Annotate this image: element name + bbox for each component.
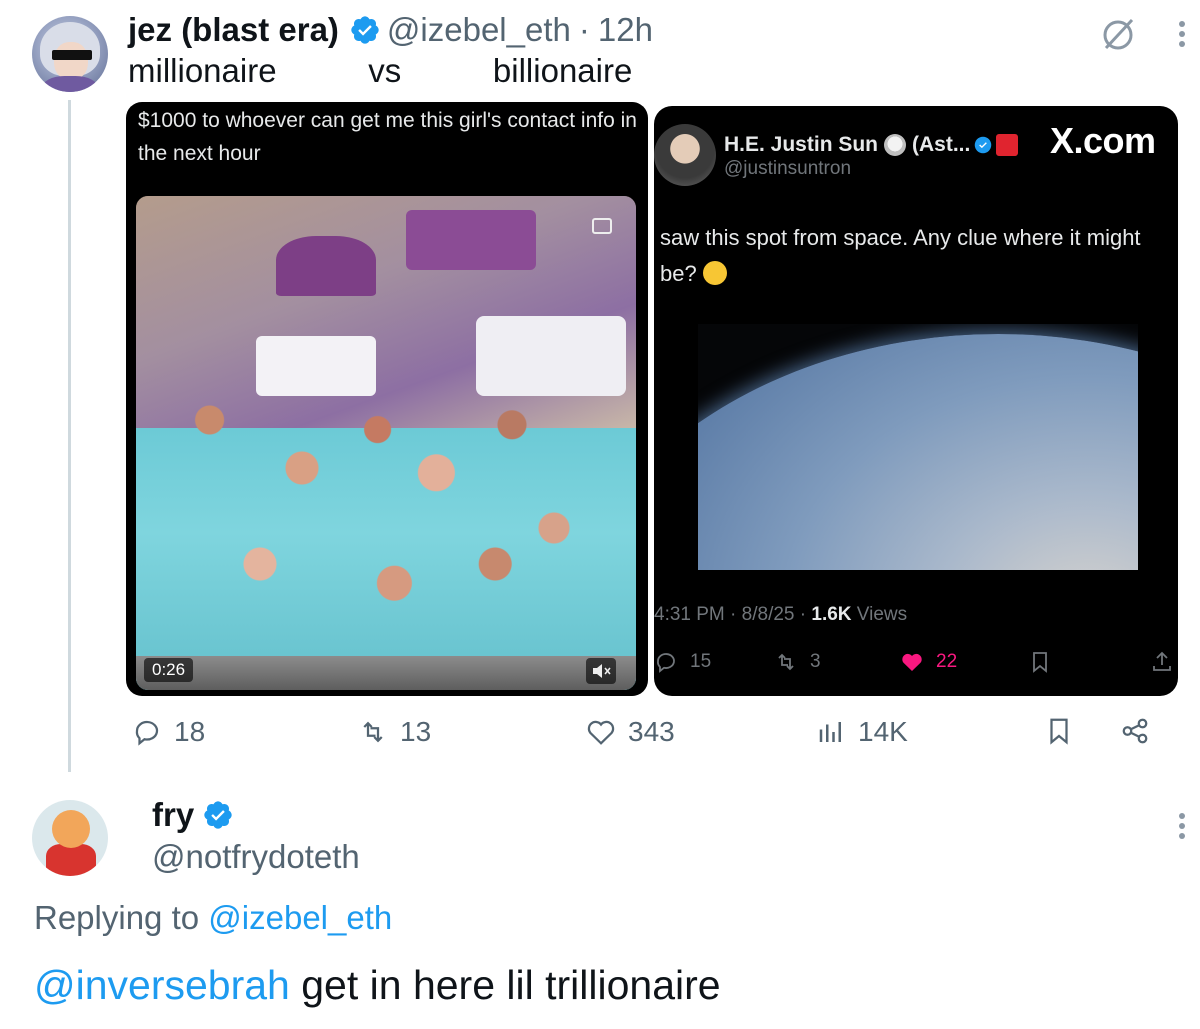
captions-icon[interactable] bbox=[592, 218, 612, 234]
share-button[interactable] bbox=[1120, 716, 1162, 746]
embedded-time: 4:31 PM bbox=[654, 604, 725, 625]
embedded-reply-icon bbox=[657, 653, 675, 673]
reply-author-avatar[interactable] bbox=[32, 800, 108, 876]
embedded-repost: 3 bbox=[774, 650, 821, 674]
reply-text-body: get in here lil trillionaire bbox=[289, 962, 721, 1008]
reply-more-options-icon[interactable] bbox=[1172, 806, 1192, 846]
embedded-views-count: 1.6K bbox=[811, 604, 852, 625]
reply-count: 18 bbox=[174, 716, 206, 747]
embedded-actions: 15 3 22 bbox=[654, 650, 1178, 680]
verified-badge-icon bbox=[351, 16, 379, 44]
embedded-share-icon bbox=[1153, 651, 1171, 671]
embedded-bookmark-icon bbox=[1033, 652, 1047, 673]
media-left-image[interactable]: $1000 to whoever can get me this girl's … bbox=[126, 102, 648, 696]
earth-from-space-photo bbox=[698, 324, 1138, 570]
repost-button[interactable]: 13 bbox=[358, 716, 431, 748]
bookmark-icon bbox=[1050, 718, 1068, 745]
grok-icon[interactable] bbox=[1098, 14, 1138, 54]
like-button[interactable]: 343 bbox=[586, 716, 675, 748]
embedded-header: H.E. Justin Sun (Ast... bbox=[724, 130, 1019, 160]
reply-text: @inversebrah get in here lil trillionair… bbox=[34, 962, 721, 1009]
reply-header: fry bbox=[152, 795, 240, 835]
reply-button[interactable]: 18 bbox=[132, 716, 205, 748]
reply-icon bbox=[135, 720, 159, 746]
views-button[interactable]: 14K bbox=[816, 716, 908, 748]
embedded-reply-count: 15 bbox=[690, 651, 712, 672]
replying-to-line: Replying to @izebel_eth bbox=[34, 899, 392, 937]
pool-video[interactable] bbox=[136, 196, 636, 690]
embedded-author-name: H.E. Justin Sun bbox=[724, 133, 879, 156]
tweet-text: millionaire vs billionaire bbox=[128, 52, 633, 89]
embedded-repost-count: 3 bbox=[810, 651, 821, 672]
x-com-watermark: X.com bbox=[1050, 120, 1156, 161]
bookmark-button[interactable] bbox=[1044, 716, 1086, 746]
embedded-share bbox=[1150, 650, 1178, 674]
replying-to-link[interactable]: @izebel_eth bbox=[208, 899, 392, 936]
embedded-author-handle: @justinsuntron bbox=[724, 158, 852, 179]
embedded-author-avatar bbox=[654, 124, 716, 186]
embedded-heart-filled-icon bbox=[902, 653, 922, 671]
views-chart-icon bbox=[819, 722, 841, 742]
embedded-author-suffix: (Ast... bbox=[912, 133, 971, 156]
embedded-verified-icon bbox=[975, 136, 992, 154]
tweet-time[interactable]: 12h bbox=[598, 11, 653, 49]
embedded-meta: 4:31 PM · 8/8/25 · 1.6K Views bbox=[654, 604, 908, 625]
tweet-header: jez (blast era) @izebel_eth · 12h bbox=[128, 10, 653, 50]
video-duration: 0:26 bbox=[144, 658, 194, 682]
time-separator: · bbox=[578, 11, 590, 48]
repost-count: 13 bbox=[400, 716, 432, 747]
author-name[interactable]: jez (blast era) bbox=[128, 11, 339, 49]
embedded-tweet-text: saw this spot from space. Any clue where… bbox=[660, 220, 1160, 292]
pleading-face-emoji-icon bbox=[702, 261, 727, 285]
astronaut-emoji-icon bbox=[884, 134, 907, 156]
heart-icon bbox=[587, 720, 615, 745]
reply-author-handle[interactable]: @notfrydoteth bbox=[152, 838, 360, 876]
embedded-reply: 15 bbox=[654, 650, 711, 674]
more-options-icon[interactable] bbox=[1172, 14, 1192, 54]
embedded-bookmark bbox=[1028, 650, 1064, 674]
embedded-like-count: 22 bbox=[936, 651, 958, 672]
thread-line bbox=[68, 100, 71, 772]
embedded-tweet-text-body: saw this spot from space. Any clue where… bbox=[660, 225, 1141, 286]
author-avatar[interactable] bbox=[32, 16, 108, 92]
repost-icon bbox=[363, 721, 383, 743]
embedded-date: 8/8/25 bbox=[741, 604, 795, 625]
share-icon bbox=[1122, 718, 1148, 744]
embedded-quote-text: $1000 to whoever can get me this girl's … bbox=[138, 109, 637, 165]
like-count: 343 bbox=[628, 716, 675, 747]
tron-logo-icon bbox=[996, 134, 1019, 156]
media-right-image[interactable]: H.E. Justin Sun (Ast... @justinsuntron X… bbox=[654, 106, 1178, 696]
views-count: 14K bbox=[858, 716, 908, 747]
embedded-repost-icon bbox=[778, 653, 794, 671]
embedded-like: 22 bbox=[900, 650, 957, 674]
mention-link[interactable]: @inversebrah bbox=[34, 962, 290, 1008]
author-handle[interactable]: @izebel_eth bbox=[387, 11, 571, 49]
replying-to-label: Replying to bbox=[34, 899, 200, 936]
mute-icon[interactable] bbox=[586, 658, 616, 684]
reply-verified-badge-icon bbox=[204, 801, 232, 829]
embedded-views-label: Views bbox=[856, 604, 908, 625]
reply-author-name[interactable]: fry bbox=[152, 796, 194, 834]
